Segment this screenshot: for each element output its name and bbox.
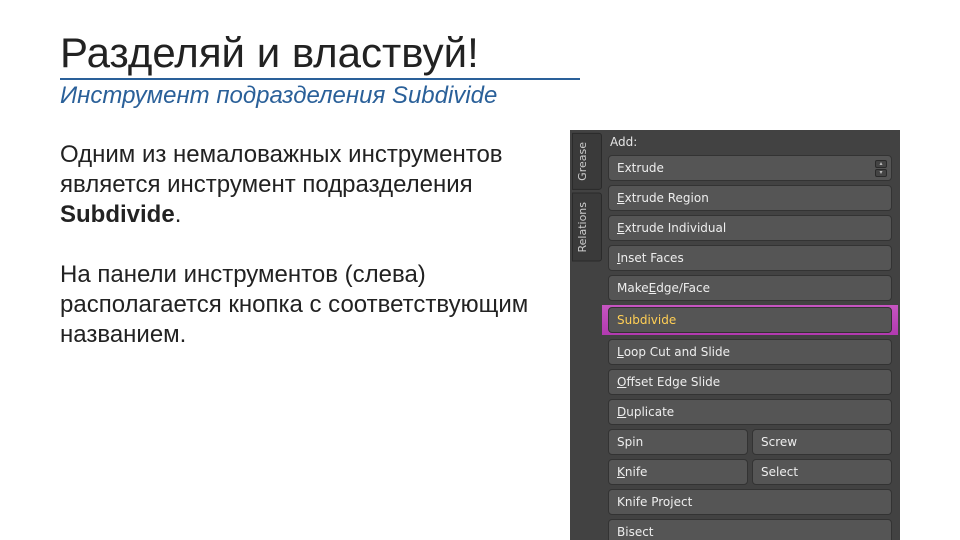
knife-button[interactable]: Knife [608,459,748,485]
offset-edge-slide-button[interactable]: Offset Edge Slide [608,369,892,395]
extrude-individual-button[interactable]: Extrude Individual [608,215,892,241]
updown-icon[interactable]: ▴▾ [875,158,887,178]
extrude-button[interactable]: Extrude ▴▾ [608,155,892,181]
knife-project-button[interactable]: Knife Project [608,489,892,515]
blender-tool-panel: Grease Relations Add: Extrude ▴▾ Extrude… [570,130,900,540]
slide-title: Разделяй и властвуй! [60,30,580,80]
duplicate-button[interactable]: Duplicate [608,399,892,425]
para-1: Одним из немаловажных инструментов являе… [60,140,540,230]
subdivide-highlight: Subdivide [602,305,898,335]
loop-cut-button[interactable]: Loop Cut and Slide [608,339,892,365]
make-edge-face-button[interactable]: Make Edge/Face [608,275,892,301]
tab-grease[interactable]: Grease [572,133,602,190]
inset-faces-button[interactable]: Inset Faces [608,245,892,271]
para-2: На панели инструментов (слева) располага… [60,260,540,350]
slide-subtitle: Инструмент подразделения Subdivide [60,82,900,110]
bisect-button[interactable]: Bisect [608,519,892,540]
tab-relations[interactable]: Relations [572,193,602,262]
extrude-region-button[interactable]: Extrude Region [608,185,892,211]
text-column: Одним из немаловажных инструментов являе… [60,130,540,540]
screw-button[interactable]: Screw [752,429,892,455]
spin-button[interactable]: Spin [608,429,748,455]
subdivide-button[interactable]: Subdivide [608,307,892,333]
section-add-label: Add: [602,133,898,153]
select-button[interactable]: Select [752,459,892,485]
